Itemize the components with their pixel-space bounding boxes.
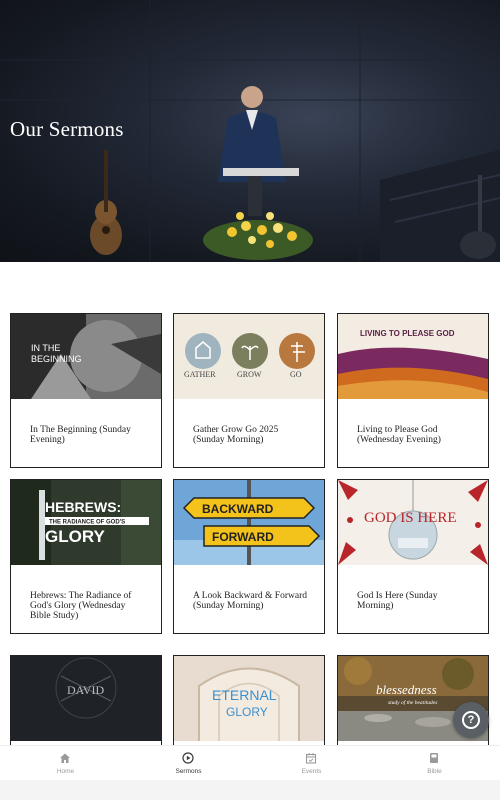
sermon-card[interactable]: ETERNAL GLORY — [173, 655, 325, 745]
svg-text:study of the beatitudes: study of the beatitudes — [388, 699, 437, 706]
sermon-thumbnail[interactable]: HEBREWS: THE RADIANCE OF GOD'S GLORY — [11, 480, 161, 565]
system-bar — [0, 780, 500, 800]
svg-text:GATHER: GATHER — [184, 370, 216, 379]
nav-item-sermons[interactable]: Sermons — [126, 746, 251, 781]
sermon-grid: IN THE BEGINNING In The Beginning (Sunda… — [10, 313, 491, 745]
sermon-thumbnail[interactable]: BACKWARD FORWARD — [174, 480, 324, 565]
sermon-card[interactable]: IN THE BEGINNING In The Beginning (Sunda… — [10, 313, 162, 468]
svg-text:GO: GO — [290, 370, 302, 379]
page-title: Our Sermons — [10, 117, 124, 141]
sermon-title[interactable]: Hebrews: The Radiance of God's Glory (We… — [30, 591, 148, 621]
nav-label-events: Events — [301, 768, 322, 775]
svg-text:DAVID: DAVID — [67, 683, 104, 697]
sermon-thumbnail[interactable]: DAVID — [11, 656, 161, 741]
sermon-card[interactable]: BACKWARD FORWARD A Look Backward & Forwa… — [173, 479, 325, 634]
sermon-title[interactable]: Living to Please God (Wednesday Evening) — [357, 425, 475, 445]
sermon-card[interactable]: HEBREWS: THE RADIANCE OF GOD'S GLORY Heb… — [10, 479, 162, 634]
sermon-title[interactable]: Gather Grow Go 2025 (Sunday Morning) — [193, 425, 311, 445]
hero-banner: Our Sermons — [0, 0, 500, 262]
svg-text:LIVING TO PLEASE GOD: LIVING TO PLEASE GOD — [360, 329, 455, 338]
help-icon: ? — [462, 711, 480, 729]
sermon-title[interactable]: In The Beginning (Sunday Evening) — [30, 425, 148, 445]
svg-text:BACKWARD: BACKWARD — [202, 502, 274, 516]
home-icon — [60, 753, 70, 763]
svg-text:IN THE: IN THE — [31, 343, 60, 353]
nav-label-home: Home — [56, 768, 75, 775]
sermon-thumbnail[interactable]: ETERNAL GLORY — [174, 656, 324, 741]
svg-text:ETERNAL: ETERNAL — [212, 687, 277, 703]
svg-text:GLORY: GLORY — [226, 705, 268, 719]
svg-text:HEBREWS:: HEBREWS: — [45, 499, 121, 515]
svg-text:FORWARD: FORWARD — [212, 530, 274, 544]
play-circle-icon — [182, 752, 194, 764]
bottom-navigation: Home Sermons Events Bible — [0, 745, 500, 781]
sermon-title[interactable]: A Look Backward & Forward (Sunday Mornin… — [193, 591, 311, 611]
sermon-thumbnail[interactable]: GATHER GROW GO — [174, 314, 324, 399]
sermon-card[interactable]: GATHER GROW GO Gather Grow Go 2025 (Sund… — [173, 313, 325, 468]
nav-item-home[interactable]: Home — [3, 746, 128, 781]
svg-text:GOD IS HERE: GOD IS HERE — [364, 510, 457, 526]
svg-text:GROW: GROW — [237, 370, 262, 379]
svg-text:GLORY: GLORY — [45, 527, 105, 546]
sermon-card[interactable]: DAVID — [10, 655, 162, 745]
sermon-title[interactable]: God Is Here (Sunday Morning) — [357, 591, 475, 611]
nav-label-sermons: Sermons — [175, 768, 202, 775]
nav-item-events[interactable]: Events — [249, 746, 374, 781]
svg-text:blessedness: blessedness — [376, 682, 437, 697]
svg-text:BEGINNING: BEGINNING — [31, 354, 82, 364]
calendar-icon — [305, 753, 317, 764]
sermon-thumbnail[interactable]: GOD IS HERE — [338, 480, 488, 565]
nav-label-bible: Bible — [427, 768, 442, 775]
svg-text:THE RADIANCE OF GOD'S: THE RADIANCE OF GOD'S — [49, 520, 125, 526]
sermon-card[interactable]: LIVING TO PLEASE GOD Living to Please Go… — [337, 313, 489, 468]
sermon-thumbnail[interactable]: LIVING TO PLEASE GOD — [338, 314, 488, 399]
sermon-thumbnail[interactable]: IN THE BEGINNING — [11, 314, 161, 399]
book-icon — [430, 753, 438, 763]
help-button[interactable]: ? — [453, 702, 489, 738]
nav-item-bible[interactable]: Bible — [372, 746, 497, 781]
sermon-card[interactable]: GOD IS HERE God Is Here (Sunday Morning) — [337, 479, 489, 634]
